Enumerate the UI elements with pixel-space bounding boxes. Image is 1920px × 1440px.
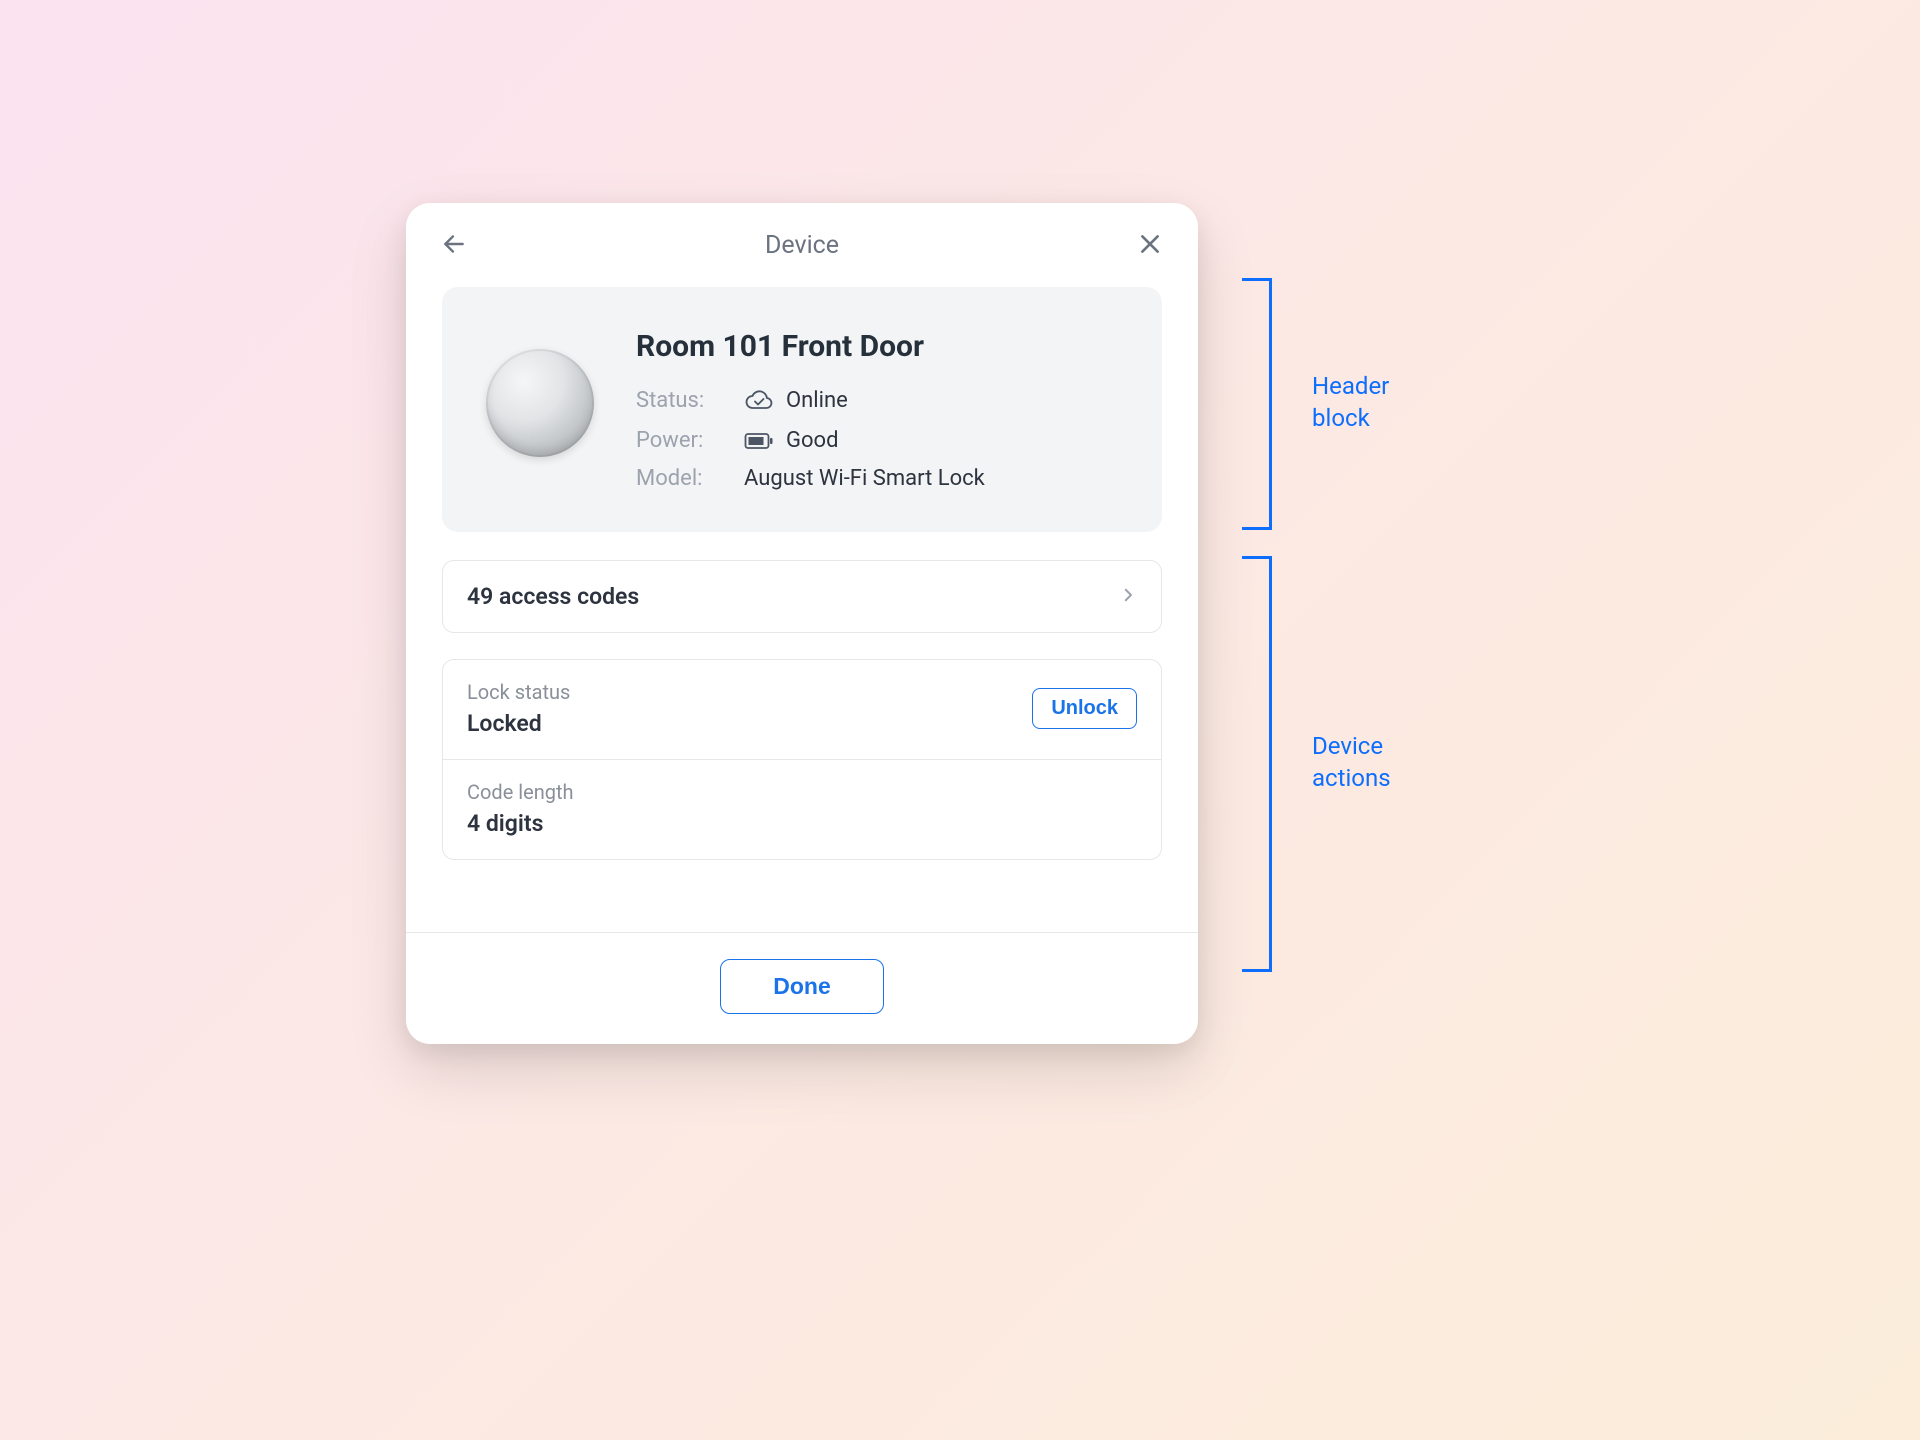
battery-icon — [744, 428, 774, 454]
lock-status-row: Lock status Locked Unlock — [443, 660, 1161, 760]
status-label: Status: — [636, 390, 744, 412]
arrow-left-icon — [441, 231, 467, 260]
chevron-right-icon — [1119, 586, 1137, 608]
model-value: August Wi-Fi Smart Lock — [744, 468, 985, 490]
device-details-card: Lock status Locked Unlock Code length 4 … — [442, 659, 1162, 860]
annotation-label-actions: Device actions — [1312, 730, 1391, 795]
back-button[interactable] — [436, 227, 472, 263]
annotation-label-header: Header block — [1312, 370, 1389, 435]
lock-status-value: Locked — [467, 710, 570, 737]
status-value: Online — [786, 390, 848, 412]
power-value: Good — [786, 430, 839, 452]
done-button[interactable]: Done — [720, 959, 884, 1014]
modal-footer: Done — [406, 932, 1198, 1044]
close-button[interactable] — [1132, 227, 1168, 263]
model-row: Model: August Wi-Fi Smart Lock — [636, 468, 1118, 490]
power-row: Power: Good — [636, 428, 1118, 454]
unlock-button[interactable]: Unlock — [1032, 688, 1137, 729]
annotation-bracket-actions — [1242, 556, 1272, 972]
code-length-label: Code length — [467, 780, 574, 804]
close-icon — [1137, 231, 1163, 260]
annotation-bracket-header — [1242, 278, 1272, 530]
status-row: Status: Online — [636, 388, 1118, 414]
modal-title: Device — [765, 231, 839, 260]
device-summary-card: Room 101 Front Door Status: Online Power… — [442, 287, 1162, 532]
device-info: Room 101 Front Door Status: Online Power… — [636, 329, 1118, 490]
access-codes-label: 49 access codes — [467, 583, 639, 610]
device-image — [486, 349, 594, 457]
device-modal: Device Room 101 Front Door Status: — [406, 203, 1198, 1044]
code-length-row: Code length 4 digits — [443, 760, 1161, 859]
device-name: Room 101 Front Door — [636, 329, 1118, 364]
lock-status-label: Lock status — [467, 680, 570, 704]
code-length-value: 4 digits — [467, 810, 574, 837]
power-label: Power: — [636, 430, 744, 452]
access-codes-row[interactable]: 49 access codes — [442, 560, 1162, 633]
cloud-check-icon — [744, 388, 774, 414]
modal-body: Room 101 Front Door Status: Online Power… — [406, 281, 1198, 860]
modal-header: Device — [406, 203, 1198, 281]
model-label: Model: — [636, 468, 744, 490]
